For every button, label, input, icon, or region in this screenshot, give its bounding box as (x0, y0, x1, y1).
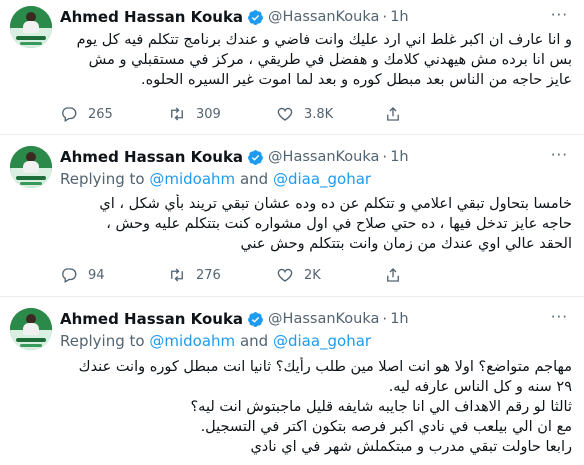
retweet-button[interactable]: 276 (168, 266, 276, 284)
separator-dot: · (382, 148, 388, 166)
timestamp[interactable]: 1h (390, 149, 408, 165)
replying-to-label: Replying to (60, 170, 145, 188)
verified-badge-icon (248, 149, 263, 165)
retweet-icon (171, 268, 183, 282)
mention-link[interactable]: @midoahm (149, 332, 235, 350)
author-handle[interactable]: @HassanKouka (268, 149, 379, 165)
timestamp[interactable]: 1h (390, 9, 408, 25)
tweet-header: Ahmed Hassan Kouka @HassanKouka · 1h (60, 309, 409, 329)
like-button[interactable]: 2K (276, 266, 384, 284)
reply-icon (62, 107, 77, 122)
author-handle[interactable]: @HassanKouka (268, 9, 379, 25)
replying-to-and: and (239, 170, 269, 188)
author-handle[interactable]: @HassanKouka (268, 311, 379, 327)
tweet-text-line: و انا عارف ان اكبر غلط اني ارد عليك وانت… (76, 32, 572, 48)
like-count: 3.8K (304, 106, 334, 122)
retweet-count: 309 (196, 106, 221, 122)
mention-link[interactable]: @diaa_gohar (273, 170, 371, 188)
retweet-icon (171, 107, 183, 121)
tweet-text-line: حاجه عايز تدخل فيها ، ده حتي صلاح في اول… (106, 216, 572, 232)
like-icon (277, 107, 293, 121)
tweet-header: Ahmed Hassan Kouka @HassanKouka · 1h (60, 7, 409, 27)
tweet-text-line: مع ان الي بيلعب في نادي اكبر فرصه بتكون … (200, 419, 572, 435)
verified-badge-icon (248, 311, 263, 327)
more-icon[interactable]: ··· (551, 146, 568, 164)
reply-count: 94 (88, 267, 105, 283)
author-name[interactable]: Ahmed Hassan Kouka (60, 310, 243, 328)
share-icon (387, 268, 399, 282)
reply-button[interactable]: 94 (60, 266, 168, 284)
tweet-text: مهاجم متواضع؟ اولا هو انت اصلا مين طلب ر… (60, 357, 572, 457)
tweet-text: و انا عارف ان اكبر غلط اني ارد عليك وانت… (60, 30, 572, 90)
reply-icon (62, 268, 77, 283)
timestamp[interactable]: 1h (390, 311, 408, 327)
reply-button[interactable]: 265 (60, 105, 168, 123)
tweet-text-line: ٢٩ سنه و كل الناس عارفه ليه. (388, 379, 572, 395)
tweet-actions: 94 276 2K (60, 265, 412, 285)
tweet[interactable]: Ahmed Hassan Kouka @HassanKouka · 1h ···… (0, 297, 584, 465)
retweet-count: 276 (196, 267, 221, 283)
separator-dot: · (382, 310, 388, 328)
separator-dot: · (382, 8, 388, 26)
tweet[interactable]: Ahmed Hassan Kouka @HassanKouka · 1h ···… (0, 135, 584, 295)
mention-link[interactable]: @diaa_gohar (273, 332, 371, 350)
mention-link[interactable]: @midoahm (149, 170, 235, 188)
share-button[interactable] (384, 105, 412, 123)
avatar[interactable] (10, 146, 52, 188)
replying-to: Replying to @midoahm and @diaa_gohar (60, 332, 371, 350)
tweet-text-line: مهاجم متواضع؟ اولا هو انت اصلا مين طلب ر… (78, 359, 572, 375)
more-icon[interactable]: ··· (551, 6, 568, 24)
tweet-text: خامسا بتحاول تبقي اعلامي و تتكلم عن ده و… (60, 194, 572, 254)
tweet-text-line: خامسا بتحاول تبقي اعلامي و تتكلم عن ده و… (99, 196, 572, 212)
like-button[interactable]: 3.8K (276, 105, 384, 123)
avatar[interactable] (10, 308, 52, 350)
tweet-header: Ahmed Hassan Kouka @HassanKouka · 1h (60, 147, 409, 167)
share-icon (387, 107, 399, 121)
more-icon[interactable]: ··· (551, 308, 568, 326)
author-name[interactable]: Ahmed Hassan Kouka (60, 148, 243, 166)
tweet[interactable]: Ahmed Hassan Kouka @HassanKouka · 1h ···… (0, 0, 584, 134)
replying-to-and: and (239, 332, 269, 350)
tweet-text-line: ثالثا لو رقم الاهداف الي انا جايبه شايفه… (190, 399, 572, 415)
avatar[interactable] (10, 6, 52, 48)
replying-to-label: Replying to (60, 332, 145, 350)
tweet-actions: 265 309 3.8K (60, 104, 412, 124)
tweet-text-line: بس انا برده مش هيهدني كلامك و هفضل في طر… (88, 52, 572, 68)
like-count: 2K (304, 267, 321, 283)
tweet-text-line: رابعا حاولت تبقي مدرب و مبتكملش شهر في ا… (250, 439, 572, 455)
replying-to: Replying to @midoahm and @diaa_gohar (60, 170, 371, 188)
reply-count: 265 (88, 106, 113, 122)
author-name[interactable]: Ahmed Hassan Kouka (60, 8, 243, 26)
retweet-button[interactable]: 309 (168, 105, 276, 123)
tweet-text-line: الحقد عالي اوي عندك من زمان وانت بتتكلم … (240, 236, 572, 252)
tweet-text-line: عايز حاجه من الناس بعد مبطل كوره و بعد ل… (141, 72, 572, 88)
share-button[interactable] (384, 266, 412, 284)
verified-badge-icon (248, 9, 263, 25)
like-icon (277, 268, 293, 282)
